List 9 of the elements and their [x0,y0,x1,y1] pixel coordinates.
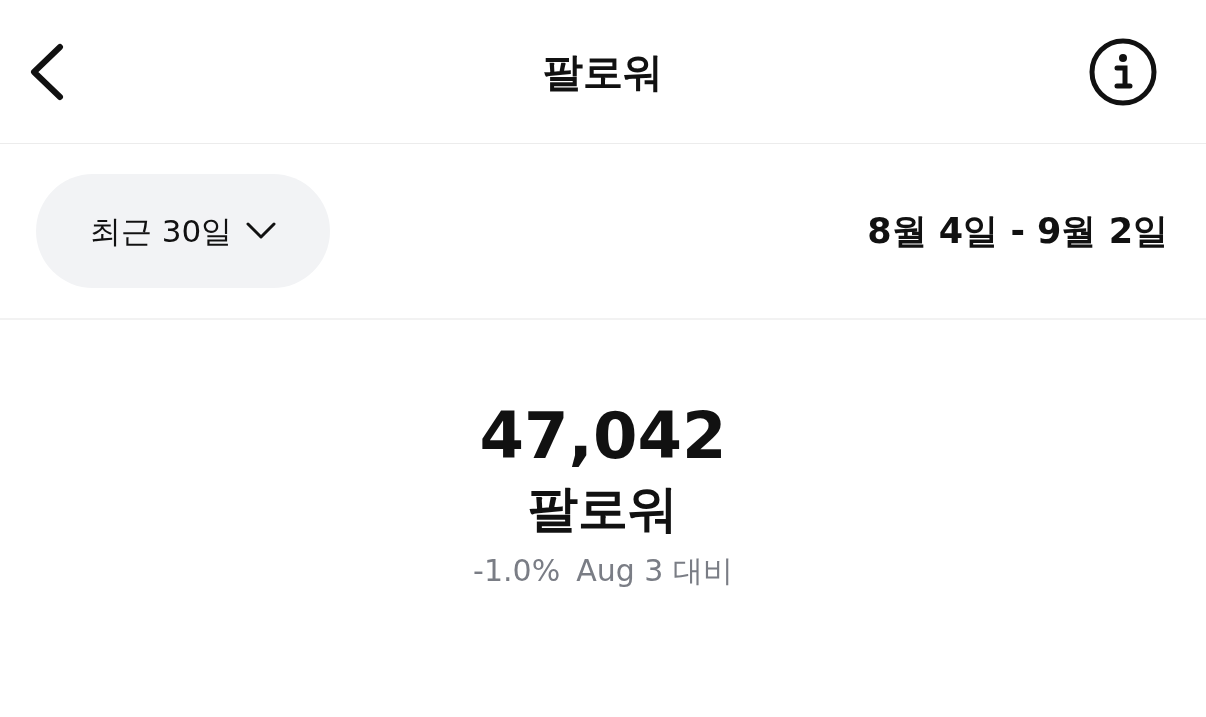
follower-count: 47,042 [479,398,727,475]
change-percent: -1.0% [473,552,561,590]
date-range: 8월 4일 - 9월 2일 [867,209,1168,253]
page-title: 팔로워 [543,47,663,97]
comparison-text: Aug 3 대비 [576,552,733,590]
info-icon[interactable] [1088,36,1158,107]
stat-label: 팔로워 [528,479,678,540]
chevron-down-icon [246,222,277,240]
period-dropdown[interactable]: 최근 30일 [36,174,330,288]
